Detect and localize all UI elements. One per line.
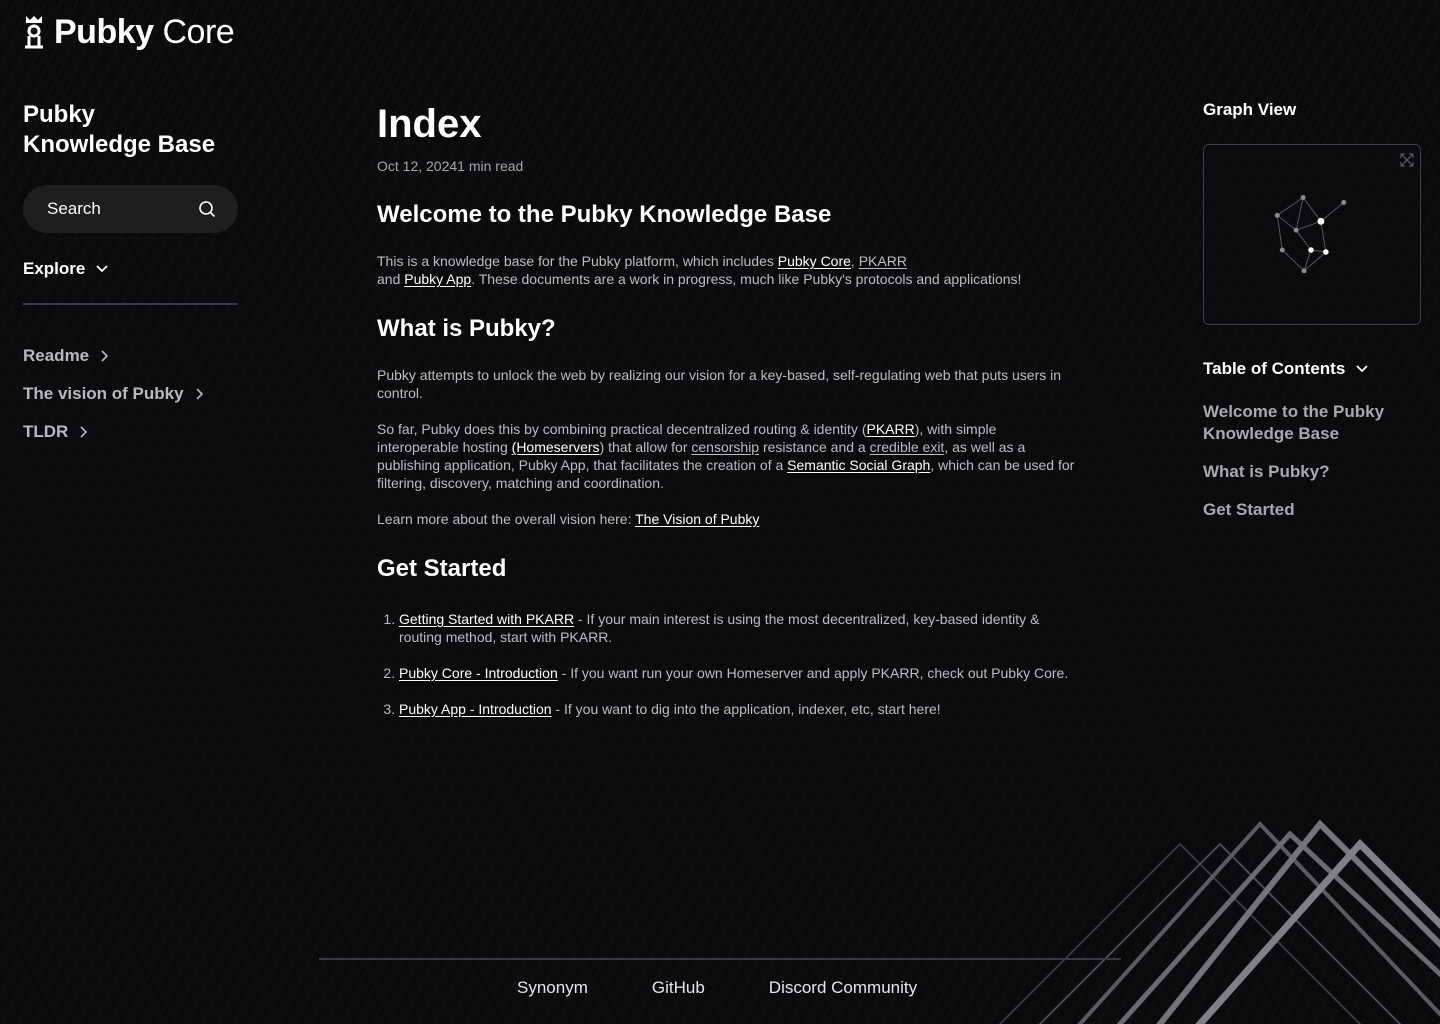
heading-what-is-pubky: What is Pubky? bbox=[377, 315, 556, 342]
toc-list: Welcome to the Pubky Knowledge Base What… bbox=[1203, 401, 1421, 521]
toc-item-welcome[interactable]: Welcome to the Pubky Knowledge Base bbox=[1203, 401, 1421, 445]
search-label: Search bbox=[47, 199, 101, 218]
intro-paragraph: This is a knowledge base for the Pubky p… bbox=[377, 253, 1022, 287]
heading-get-started: Get Started bbox=[377, 555, 507, 582]
what-paragraph-1: Pubky attempts to unlock the web by real… bbox=[377, 367, 1062, 401]
nav-item-tldr[interactable]: TLDR bbox=[23, 413, 238, 451]
link-pubky-app-intro[interactable]: Pubky App - Introduction bbox=[399, 701, 552, 717]
link-vision-of-pubky[interactable]: The Vision of Pubky bbox=[635, 511, 759, 527]
explore-toggle[interactable]: Explore bbox=[23, 259, 238, 279]
link-pubky-app[interactable]: Pubky App bbox=[404, 271, 471, 287]
what-paragraph-2: So far, Pubky does this by combining pra… bbox=[377, 421, 1075, 491]
link-semantic-social-graph[interactable]: Semantic Social Graph bbox=[787, 457, 930, 473]
what-paragraph-3: Learn more about the overall vision here… bbox=[377, 511, 760, 527]
link-pkarr-2[interactable]: PKARR bbox=[866, 421, 914, 437]
search-icon bbox=[199, 201, 216, 218]
list-item: Pubky App - Introduction - If you want t… bbox=[399, 700, 1077, 718]
nav-item-vision[interactable]: The vision of Pubky bbox=[23, 375, 238, 413]
article: Index Oct 12, 20241 min read Welcome to … bbox=[377, 102, 1077, 736]
link-credible-exit[interactable]: credible exit bbox=[870, 439, 945, 455]
toc-item-what-is-pubky[interactable]: What is Pubky? bbox=[1203, 461, 1421, 483]
link-pubky-core-intro[interactable]: Pubky Core - Introduction bbox=[399, 665, 558, 681]
explore-label: Explore bbox=[23, 259, 86, 278]
toc-title: Table of Contents bbox=[1203, 359, 1346, 378]
graph-view-title: Graph View bbox=[1203, 100, 1297, 119]
toc-toggle[interactable]: Table of Contents bbox=[1203, 359, 1421, 379]
page-title: Index bbox=[377, 102, 482, 146]
chevron-right-icon bbox=[101, 350, 109, 362]
heading-welcome: Welcome to the Pubky Knowledge Base bbox=[377, 201, 832, 228]
footer: Synonym GitHub Discord Community bbox=[517, 978, 917, 998]
explorer-nav: Readme The vision of Pubky TLDR bbox=[23, 337, 238, 451]
brand-logo[interactable]: Pubky Core bbox=[22, 13, 235, 51]
search-button[interactable]: Search bbox=[23, 185, 238, 233]
right-sidebar: Graph View Table of Contents Welcome to … bbox=[1203, 100, 1421, 537]
get-started-list: Getting Started with PKARR - If your mai… bbox=[377, 610, 1077, 718]
chevron-down-icon bbox=[1356, 365, 1368, 373]
knowledge-base-title: Pubky Knowledge Base bbox=[23, 101, 216, 158]
toc-item-get-started[interactable]: Get Started bbox=[1203, 499, 1421, 521]
nav-item-readme[interactable]: Readme bbox=[23, 337, 238, 375]
sidebar-divider bbox=[23, 303, 238, 305]
graph-view[interactable] bbox=[1203, 144, 1421, 325]
sidebar: Pubky Knowledge Base Search Explore Read… bbox=[23, 100, 238, 451]
list-item: Getting Started with PKARR - If your mai… bbox=[399, 610, 1077, 646]
article-meta: Oct 12, 20241 min read bbox=[377, 158, 524, 174]
brand-wordmark: Pubky Core bbox=[54, 13, 235, 51]
footer-link-github[interactable]: GitHub bbox=[652, 978, 705, 998]
decorative-chevrons bbox=[998, 819, 1440, 1024]
footer-divider bbox=[319, 958, 1121, 960]
footer-link-synonym[interactable]: Synonym bbox=[517, 978, 588, 998]
chevron-down-icon bbox=[96, 265, 108, 273]
footer-link-discord[interactable]: Discord Community bbox=[769, 978, 917, 998]
chevron-right-icon bbox=[80, 426, 88, 438]
list-item: Pubky Core - Introduction - If you want … bbox=[399, 664, 1077, 682]
pubky-logo-icon bbox=[25, 16, 43, 49]
link-getting-started-pkarr[interactable]: Getting Started with PKARR bbox=[399, 611, 574, 627]
link-censorship[interactable]: censorship bbox=[691, 439, 759, 455]
link-homeservers[interactable]: (Homeservers bbox=[512, 439, 600, 455]
graph-canvas bbox=[1274, 195, 1347, 274]
link-pkarr[interactable]: PKARR bbox=[859, 253, 907, 269]
chevron-right-icon bbox=[196, 388, 203, 400]
expand-icon[interactable] bbox=[1400, 153, 1414, 167]
link-pubky-core[interactable]: Pubky Core bbox=[778, 253, 851, 269]
